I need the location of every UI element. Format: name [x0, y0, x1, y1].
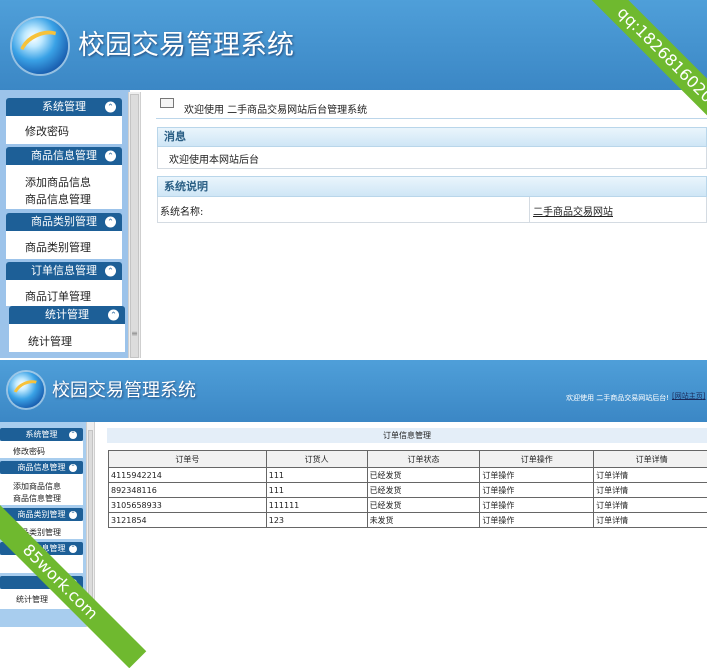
order-status-cell: 已经发货 [367, 468, 480, 483]
app-title: 校园交易管理系统 [52, 378, 196, 404]
menu-group-product-info[interactable]: 商品信息管理⌃ [0, 461, 83, 474]
menu-group-system[interactable]: 系统管理 ⌃ [0, 428, 83, 441]
orderer-cell: 123 [266, 513, 367, 528]
menu-item-change-password[interactable]: 修改密码 [25, 123, 69, 139]
welcome-divider [156, 118, 707, 119]
menu-group-label: 统计管理 [45, 308, 89, 321]
order-detail-link[interactable]: 订单详情 [594, 483, 707, 498]
order-id-cell: 892348116 [109, 483, 267, 498]
table-header-row: 订单号 订货人 订单状态 订单操作 订单详情 [109, 451, 707, 468]
menu-group-category[interactable]: 商品类别管理 ⌃ [6, 213, 122, 231]
messages-section-header: 消息 [157, 127, 707, 147]
order-detail-link[interactable]: 订单详情 [594, 513, 707, 528]
scrollbar-thumb[interactable] [130, 94, 139, 358]
order-detail-link[interactable]: 订单详情 [594, 498, 707, 513]
system-name-value[interactable]: 二手商品交易网站 [533, 203, 613, 218]
order-action-link[interactable]: 订单操作 [480, 468, 594, 483]
order-detail-link[interactable]: 订单详情 [594, 468, 707, 483]
menu-item-order-manage[interactable]: 商品订单管理 [25, 288, 91, 304]
app-title: 校园交易管理系统 [78, 26, 294, 66]
globe-logo-icon [8, 372, 44, 408]
orders-caption: 订单信息管理 [383, 431, 431, 440]
system-row-divider [529, 197, 530, 223]
menu-item-product-manage[interactable]: 商品信息管理 [13, 493, 61, 504]
orderer-cell: 111 [266, 483, 367, 498]
screen2-header: 校园交易管理系统 欢迎使用 二手商品交易网站后台! [网站主页] [0, 360, 707, 422]
collapse-icon[interactable]: ⌃ [69, 511, 77, 519]
menu-group-label: 系统管理 [26, 430, 58, 439]
welcome-text: 欢迎使用 二手商品交易网站后台管理系统 [184, 101, 367, 116]
order-status-cell: 未发货 [367, 513, 480, 528]
collapse-icon[interactable]: ⌃ [105, 266, 116, 277]
collapse-icon[interactable]: ⌃ [69, 545, 77, 553]
order-action-link[interactable]: 订单操作 [480, 513, 594, 528]
table-row: 4115942214 111 已经发货 订单操作 订单详情 [109, 468, 707, 483]
header-welcome-text: 欢迎使用 二手商品交易网站后台! [566, 393, 669, 403]
menu-group-label: 商品信息管理 [31, 149, 97, 162]
order-action-link[interactable]: 订单操作 [480, 483, 594, 498]
menu-item-add-product[interactable]: 添加商品信息 [13, 481, 61, 492]
menu-item-add-product[interactable]: 添加商品信息 [25, 174, 91, 190]
home-link[interactable]: [网站主页] [672, 391, 705, 401]
menu-group-label: 商品信息管理 [18, 463, 66, 472]
orders-table: 订单号 订货人 订单状态 订单操作 订单详情 4115942214 111 已经… [108, 450, 707, 528]
menu-item-product-manage[interactable]: 商品信息管理 [25, 191, 91, 207]
menu-group-label: 商品类别管理 [18, 510, 66, 519]
menu-item-statistics[interactable]: 统计管理 [16, 594, 48, 605]
column-header: 订单操作 [480, 451, 594, 468]
column-header: 订单详情 [594, 451, 707, 468]
menu-group-label: 系统管理 [42, 100, 86, 113]
column-header: 订货人 [266, 451, 367, 468]
globe-logo-icon [12, 18, 68, 74]
menu-item-statistics[interactable]: 统计管理 [28, 333, 72, 349]
order-action-link[interactable]: 订单操作 [480, 498, 594, 513]
order-status-cell: 已经发货 [367, 498, 480, 513]
order-id-cell: 3121854 [109, 513, 267, 528]
menu-group-label: 商品类别管理 [31, 215, 97, 228]
system-name-row [157, 197, 707, 223]
screen1-header: 校园交易管理系统 [0, 0, 707, 90]
collapse-icon[interactable]: ⌃ [105, 217, 116, 228]
system-name-label: 系统名称: [160, 203, 203, 218]
collapse-icon[interactable]: ⌃ [105, 151, 116, 162]
menu-item-change-password[interactable]: 修改密码 [13, 446, 45, 457]
collapse-icon[interactable]: ⌃ [108, 310, 119, 321]
system-section-header: 系统说明 [157, 176, 707, 197]
screen1-sidebar-scrollbar[interactable]: ≡ [128, 92, 141, 358]
menu-group-system[interactable]: 系统管理 ⌃ [6, 98, 122, 116]
table-row: 3105658933 111111 已经发货 订单操作 订单详情 [109, 498, 707, 513]
orders-caption-bar: 订单信息管理 [107, 428, 707, 443]
menu-item-category-manage[interactable]: 商品类别管理 [25, 239, 91, 255]
table-row: 3121854 123 未发货 订单操作 订单详情 [109, 513, 707, 528]
collapse-icon[interactable]: ⌃ [69, 431, 77, 439]
orderer-cell: 111 [266, 468, 367, 483]
menu-group-label: 订单信息管理 [31, 264, 97, 277]
collapse-icon[interactable]: ⌃ [105, 102, 116, 113]
messages-text: 欢迎使用本网站后台 [169, 151, 259, 166]
order-id-cell: 4115942214 [109, 468, 267, 483]
menu-group-orders[interactable]: 订单信息管理 ⌃ [6, 262, 122, 280]
column-header: 订单状态 [367, 451, 480, 468]
menu-group-statistics[interactable]: 统计管理 ⌃ [9, 306, 125, 324]
scrollbar-grip-icon: ≡ [131, 330, 138, 338]
system-title: 系统说明 [164, 180, 208, 193]
order-status-cell: 已经发货 [367, 483, 480, 498]
home-link-label: 网站主页 [675, 392, 703, 400]
order-id-cell: 3105658933 [109, 498, 267, 513]
messages-title: 消息 [164, 130, 186, 143]
orderer-cell: 111111 [266, 498, 367, 513]
monitor-icon [160, 98, 174, 108]
menu-group-product-info[interactable]: 商品信息管理 ⌃ [6, 147, 122, 165]
column-header: 订单号 [109, 451, 267, 468]
collapse-icon[interactable]: ⌃ [69, 464, 77, 472]
table-row: 892348116 111 已经发货 订单操作 订单详情 [109, 483, 707, 498]
